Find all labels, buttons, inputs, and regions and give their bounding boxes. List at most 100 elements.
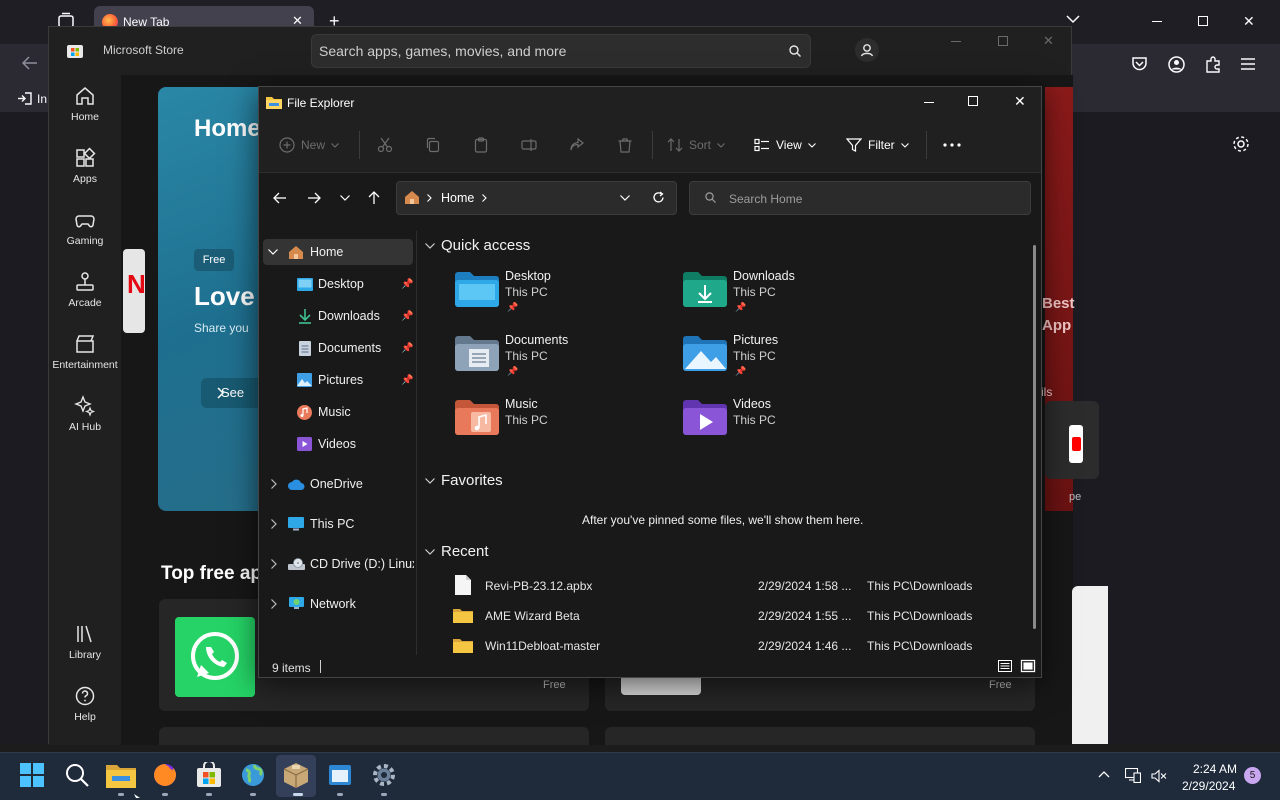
clock-time[interactable]: 2:24 AM [1193, 762, 1237, 776]
back-button[interactable] [273, 192, 287, 204]
pocket-icon[interactable] [1131, 56, 1148, 72]
store-close-icon[interactable]: ✕ [1043, 33, 1054, 49]
store-nav-ai-hub[interactable]: AI Hub [49, 395, 121, 433]
clock-date[interactable]: 2/29/2024 [1182, 779, 1235, 793]
store-nav-gaming[interactable]: Gaming [49, 209, 121, 247]
store-nav-help[interactable]: Help [49, 685, 121, 723]
paste-button[interactable] [473, 137, 489, 153]
cut-button[interactable] [377, 137, 393, 153]
right-promo-link[interactable]: ils [1041, 385, 1052, 399]
share-button[interactable] [569, 137, 585, 153]
nav-item-desktop[interactable]: Desktop 📌 [259, 271, 417, 297]
filter-button[interactable]: Filter [846, 137, 909, 153]
quick-access-music[interactable]: Music This PC [455, 397, 675, 451]
expand-chevron-right-icon[interactable] [271, 559, 277, 569]
taskbar-file-explorer[interactable] [106, 762, 136, 790]
tiles-view-button[interactable] [1020, 659, 1036, 673]
delete-button[interactable] [617, 137, 633, 153]
account-icon[interactable] [1168, 56, 1185, 73]
nav-item-pictures[interactable]: Pictures 📌 [259, 367, 417, 393]
store-account-icon[interactable] [855, 38, 879, 62]
up-button[interactable] [368, 191, 380, 205]
taskbar-microsoft-store[interactable] [196, 762, 224, 790]
taskbar-settings[interactable] [371, 762, 399, 790]
address-history-button[interactable] [620, 195, 630, 201]
back-arrow-icon[interactable] [22, 56, 38, 70]
favorites-header[interactable]: Favorites [425, 472, 503, 489]
store-search-icon[interactable] [789, 45, 801, 57]
nav-item-onedrive[interactable]: OneDrive [259, 471, 417, 497]
nav-item-this-pc[interactable]: This PC [259, 511, 417, 537]
app-card-4[interactable] [605, 727, 1035, 745]
taskbar-package-app[interactable] [283, 762, 311, 790]
new-button[interactable]: New [279, 137, 339, 153]
quick-access-downloads[interactable]: Downloads This PC 📌 [683, 269, 903, 323]
expand-chevron-right-icon[interactable] [271, 479, 277, 489]
nav-item-cd-drive[interactable]: CD Drive (D:) Linux I [259, 551, 417, 577]
see-more-button[interactable] [943, 143, 961, 147]
content-scrollbar[interactable] [1033, 245, 1036, 629]
forward-button[interactable] [307, 192, 321, 204]
volume-muted-icon[interactable] [1151, 769, 1167, 783]
address-crumb-home[interactable]: Home [441, 191, 474, 205]
explorer-minimize-icon[interactable] [924, 102, 934, 103]
nav-item-downloads[interactable]: Downloads 📌 [259, 303, 417, 329]
import-bookmarks-label[interactable]: In [37, 92, 47, 106]
explorer-search-input[interactable]: Search Home [729, 192, 802, 206]
explorer-close-icon[interactable]: ✕ [1014, 93, 1026, 110]
clipboard-icon [474, 137, 488, 153]
nav-item-documents[interactable]: Documents 📌 [259, 335, 417, 361]
nav-item-home[interactable]: Home [259, 239, 417, 265]
recent-row[interactable]: Revi-PB-23.12.apbx 2/29/2024 1:58 ... Th… [455, 573, 1025, 599]
details-view-button[interactable] [998, 660, 1012, 672]
quick-access-pictures[interactable]: Pictures This PC 📌 [683, 333, 903, 387]
top-free-apps-heading[interactable]: Top free ap [161, 563, 262, 585]
network-tray-icon[interactable] [1125, 768, 1141, 783]
quick-access-desktop[interactable]: Desktop This PC 📌 [455, 269, 675, 323]
taskbar-globe-app[interactable] [240, 762, 268, 790]
browser-minimize-icon[interactable] [1152, 21, 1162, 22]
page-settings-gear-icon[interactable] [1232, 135, 1250, 153]
browser-maximize-icon[interactable] [1198, 16, 1208, 26]
recent-row[interactable]: AME Wizard Beta 2/29/2024 1:55 ... This … [453, 603, 1025, 629]
quick-access-videos[interactable]: Videos This PC [683, 397, 903, 451]
taskbar-window-app[interactable] [327, 762, 355, 790]
store-minimize-icon[interactable] [951, 41, 961, 42]
view-button[interactable]: View [754, 137, 816, 153]
store-nav-home[interactable]: Home [49, 85, 121, 123]
import-bookmarks-icon[interactable] [18, 92, 32, 105]
taskbar-firefox[interactable] [152, 762, 180, 790]
store-maximize-icon[interactable] [998, 36, 1008, 46]
refresh-button[interactable] [652, 191, 665, 204]
store-nav-apps[interactable]: Apps [49, 147, 121, 185]
nav-item-network[interactable]: Network [259, 591, 417, 617]
notification-badge[interactable]: 5 [1244, 767, 1261, 784]
app-menu-icon[interactable] [1241, 58, 1255, 70]
explorer-maximize-icon[interactable] [968, 96, 978, 106]
extensions-icon[interactable] [1205, 56, 1221, 73]
expand-chevron-right-icon[interactable] [271, 519, 277, 529]
recent-header[interactable]: Recent [425, 543, 489, 560]
store-nav-arcade[interactable]: Arcade [49, 271, 121, 309]
rename-button[interactable] [521, 137, 537, 153]
expand-chevron-down-icon[interactable] [268, 249, 278, 255]
nav-item-videos[interactable]: Videos [259, 431, 417, 457]
show-hidden-icons-chevron-icon[interactable] [1098, 771, 1110, 778]
start-button[interactable] [19, 762, 47, 790]
store-nav-library[interactable]: Library [49, 623, 121, 661]
taskbar-search-button[interactable] [64, 762, 92, 790]
store-search-input[interactable]: Search apps, games, movies, and more [319, 43, 566, 59]
sort-button[interactable]: Sort [667, 137, 725, 153]
store-nav-entertainment[interactable]: Entertainment [49, 333, 121, 371]
browser-close-icon[interactable]: ✕ [1243, 13, 1255, 30]
app-card-3[interactable] [159, 727, 589, 745]
tab-list-chevron-icon[interactable] [1066, 14, 1080, 24]
cloud-icon [288, 479, 305, 490]
copy-button[interactable] [425, 137, 441, 153]
quick-access-header[interactable]: Quick access [425, 237, 530, 254]
quick-access-documents[interactable]: Documents This PC 📌 [455, 333, 675, 387]
nav-item-music[interactable]: Music [259, 399, 417, 425]
expand-chevron-right-icon[interactable] [271, 599, 277, 609]
recent-locations-button[interactable] [340, 195, 350, 201]
address-bar[interactable] [396, 181, 677, 215]
